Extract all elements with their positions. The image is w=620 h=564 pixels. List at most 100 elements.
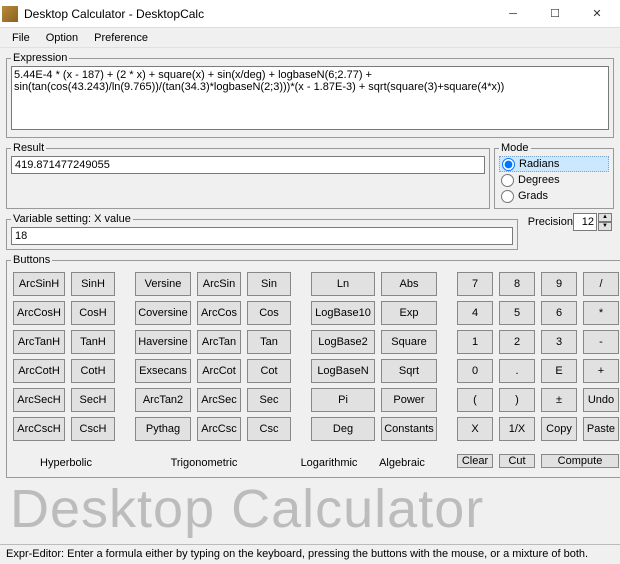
btn-abs[interactable]: Abs <box>381 272 437 296</box>
btn-arcsin[interactable]: ArcSin <box>197 272 241 296</box>
btn-power[interactable]: Power <box>381 388 437 412</box>
button-grid: ArcSinHSinH VersineArcSinSin LnAbs 789/ ArcC… <box>13 272 619 441</box>
btn-arccosh[interactable]: ArcCosH <box>13 301 65 325</box>
titlebar: Desktop Calculator - DesktopCalc ─ ☐ ✕ <box>0 0 620 28</box>
btn-e[interactable]: E <box>541 359 577 383</box>
mode-grads[interactable]: Grads <box>499 188 609 204</box>
btn-copy[interactable]: Copy <box>541 417 577 441</box>
menu-preference[interactable]: Preference <box>86 30 156 46</box>
minimize-button[interactable]: ─ <box>492 1 534 27</box>
btn-pi[interactable]: Pi <box>311 388 375 412</box>
btn-coversine[interactable]: Coversine <box>135 301 191 325</box>
btn-sqrt[interactable]: Sqrt <box>381 359 437 383</box>
btn-1[interactable]: 1 <box>457 330 493 354</box>
cat-algebraic: Algebraic <box>369 457 435 469</box>
clear-button[interactable]: Clear <box>457 454 493 468</box>
btn-arccot[interactable]: ArcCot <box>197 359 241 383</box>
btn-paste[interactable]: Paste <box>583 417 619 441</box>
btn-sin[interactable]: Sin <box>247 272 291 296</box>
btn-4[interactable]: 4 <box>457 301 493 325</box>
maximize-button[interactable]: ☐ <box>534 1 576 27</box>
btn--[interactable]: - <box>583 330 619 354</box>
mode-radians[interactable]: Radians <box>499 156 609 172</box>
big-title: Desktop Calculator <box>6 482 614 536</box>
btn-arctan[interactable]: ArcTan <box>197 330 241 354</box>
btn-pythag[interactable]: Pythag <box>135 417 191 441</box>
mode-radians-radio[interactable] <box>502 158 515 171</box>
btn-x[interactable]: X <box>457 417 493 441</box>
precision-down[interactable]: ▼ <box>598 222 612 231</box>
btn-1-x[interactable]: 1/X <box>499 417 535 441</box>
btn-arcsec[interactable]: ArcSec <box>197 388 241 412</box>
expression-group: Expression 5.44E-4 * (x - 187) + (2 * x)… <box>6 52 614 138</box>
btn-8[interactable]: 8 <box>499 272 535 296</box>
mode-degrees-radio[interactable] <box>501 174 514 187</box>
btn-arccsc[interactable]: ArcCsc <box>197 417 241 441</box>
btn-ln[interactable]: Ln <box>311 272 375 296</box>
btn--[interactable]: + <box>583 359 619 383</box>
precision-label: Precision <box>528 216 573 228</box>
close-button[interactable]: ✕ <box>576 1 618 27</box>
precision-input[interactable] <box>573 213 597 231</box>
btn-arccos[interactable]: ArcCos <box>197 301 241 325</box>
menu-option[interactable]: Option <box>38 30 86 46</box>
btn--[interactable]: ( <box>457 388 493 412</box>
menu-file[interactable]: File <box>4 30 38 46</box>
btn-tan[interactable]: Tan <box>247 330 291 354</box>
btn--[interactable]: ± <box>541 388 577 412</box>
btn-9[interactable]: 9 <box>541 272 577 296</box>
btn-arccoth[interactable]: ArcCotH <box>13 359 65 383</box>
status-bar: Expr-Editor: Enter a formula either by t… <box>0 544 620 564</box>
btn-7[interactable]: 7 <box>457 272 493 296</box>
mode-grads-radio[interactable] <box>501 190 514 203</box>
btn-undo[interactable]: Undo <box>583 388 619 412</box>
expression-legend: Expression <box>11 52 69 64</box>
btn-2[interactable]: 2 <box>499 330 535 354</box>
variable-group: Variable setting: X value <box>6 213 518 250</box>
app-icon <box>2 6 18 22</box>
btn-arccsch[interactable]: ArcCscH <box>13 417 65 441</box>
btn-cos[interactable]: Cos <box>247 301 291 325</box>
btn-exp[interactable]: Exp <box>381 301 437 325</box>
window-title: Desktop Calculator - DesktopCalc <box>24 7 492 21</box>
btn-arcsinh[interactable]: ArcSinH <box>13 272 65 296</box>
btn-6[interactable]: 6 <box>541 301 577 325</box>
result-output[interactable] <box>11 156 485 174</box>
btn-0[interactable]: 0 <box>457 359 493 383</box>
btn--[interactable]: * <box>583 301 619 325</box>
btn-coth[interactable]: CotH <box>71 359 115 383</box>
btn-arctanh[interactable]: ArcTanH <box>13 330 65 354</box>
variable-input[interactable] <box>11 227 513 245</box>
btn--[interactable]: ) <box>499 388 535 412</box>
expression-input[interactable]: 5.44E-4 * (x - 187) + (2 * x) + square(x… <box>11 66 609 130</box>
menubar: File Option Preference <box>0 28 620 48</box>
btn-exsecans[interactable]: Exsecans <box>135 359 191 383</box>
btn-csc[interactable]: Csc <box>247 417 291 441</box>
btn-sech[interactable]: SecH <box>71 388 115 412</box>
btn--[interactable]: . <box>499 359 535 383</box>
btn-haversine[interactable]: Haversine <box>135 330 191 354</box>
btn-deg[interactable]: Deg <box>311 417 375 441</box>
btn-constants[interactable]: Constants <box>381 417 437 441</box>
precision-group: Precision ▲ ▼ <box>526 211 614 233</box>
btn-5[interactable]: 5 <box>499 301 535 325</box>
btn-square[interactable]: Square <box>381 330 437 354</box>
btn-csch[interactable]: CscH <box>71 417 115 441</box>
btn-tanh[interactable]: TanH <box>71 330 115 354</box>
btn-logbase10[interactable]: LogBase10 <box>311 301 375 325</box>
btn-arcsech[interactable]: ArcSecH <box>13 388 65 412</box>
btn-arctan2[interactable]: ArcTan2 <box>135 388 191 412</box>
btn--[interactable]: / <box>583 272 619 296</box>
compute-button[interactable]: Compute <box>541 454 619 468</box>
cut-button[interactable]: Cut <box>499 454 535 468</box>
btn-sec[interactable]: Sec <box>247 388 291 412</box>
btn-sinh[interactable]: SinH <box>71 272 115 296</box>
mode-degrees[interactable]: Degrees <box>499 172 609 188</box>
precision-up[interactable]: ▲ <box>598 213 612 222</box>
btn-3[interactable]: 3 <box>541 330 577 354</box>
btn-versine[interactable]: Versine <box>135 272 191 296</box>
btn-logbase2[interactable]: LogBase2 <box>311 330 375 354</box>
btn-cot[interactable]: Cot <box>247 359 291 383</box>
btn-cosh[interactable]: CosH <box>71 301 115 325</box>
btn-logbasen[interactable]: LogBaseN <box>311 359 375 383</box>
